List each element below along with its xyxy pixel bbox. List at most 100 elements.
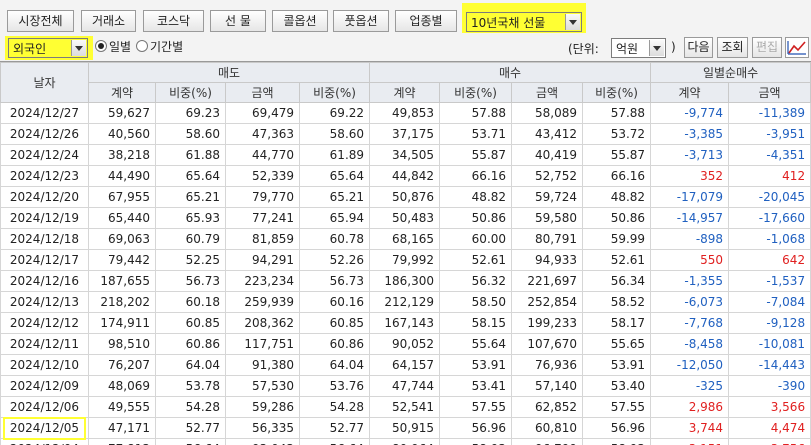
table-row[interactable]: 2024/12/0649,55554.2859,28654.2852,54157… <box>1 397 811 418</box>
period-radio[interactable]: 기간별 <box>136 39 183 55</box>
sector-button[interactable]: 업종별 <box>395 10 457 32</box>
value-cell: 68,165 <box>370 229 440 250</box>
value-cell: 61.89 <box>300 145 370 166</box>
market-all-button[interactable]: 시장전체 <box>7 10 74 32</box>
table-row[interactable]: 2024/12/16187,65556.73223,23456.73186,30… <box>1 271 811 292</box>
table-row[interactable]: 2024/12/13218,20260.18259,93960.16212,12… <box>1 292 811 313</box>
column-header[interactable]: 금액 <box>729 83 811 103</box>
value-cell: 62,852 <box>512 397 583 418</box>
column-header[interactable]: 비중(%) <box>583 83 651 103</box>
table-row[interactable]: 2024/12/12174,91160.85208,36260.85167,14… <box>1 313 811 334</box>
chevron-down-icon[interactable] <box>71 40 86 56</box>
unit-close-label: ) <box>671 40 676 54</box>
value-cell: 53.76 <box>300 376 370 397</box>
value-cell: 54.28 <box>156 397 226 418</box>
value-cell: 44,842 <box>370 166 440 187</box>
table-row[interactable]: 2024/12/1779,44252.2594,29152.2679,99252… <box>1 250 811 271</box>
column-header[interactable]: 계약 <box>370 83 440 103</box>
unit-select[interactable]: 억원 <box>611 38 666 58</box>
table-row[interactable]: 2024/12/1076,20764.0491,38064.0464,15753… <box>1 355 811 376</box>
value-cell: 52,339 <box>226 166 300 187</box>
call-option-button[interactable]: 콜옵션 <box>272 10 328 32</box>
column-header[interactable]: 금액 <box>226 83 300 103</box>
radio-empty-icon[interactable] <box>136 40 148 52</box>
buy-group-header: 매수 <box>370 63 651 83</box>
date-cell: 2024/12/19 <box>1 208 89 229</box>
table-row[interactable]: 2024/12/0547,17152.7756,33552.7750,91556… <box>1 418 811 439</box>
date-cell: 2024/12/24 <box>1 145 89 166</box>
date-header[interactable]: 날자 <box>1 63 89 103</box>
value-cell: -10,081 <box>729 334 811 355</box>
value-cell: 60,810 <box>512 418 583 439</box>
column-header[interactable]: 계약 <box>89 83 156 103</box>
value-cell: 60.86 <box>156 334 226 355</box>
value-cell: 52,541 <box>370 397 440 418</box>
column-header[interactable]: 비중(%) <box>440 83 512 103</box>
query-button[interactable]: 조회 <box>717 37 748 58</box>
column-header[interactable]: 금액 <box>512 83 583 103</box>
value-cell: 49,853 <box>370 103 440 124</box>
value-cell: -12,050 <box>651 355 729 376</box>
period-radio-label: 기간별 <box>150 40 183 54</box>
value-cell: 93,043 <box>226 439 300 445</box>
table-row[interactable]: 2024/12/2438,21861.8844,77061.8934,50555… <box>1 145 811 166</box>
value-cell: 50,483 <box>370 208 440 229</box>
value-cell: 52.25 <box>156 250 226 271</box>
table-row[interactable]: 2024/12/2759,62769.2369,47969.2249,85357… <box>1 103 811 124</box>
put-option-button[interactable]: 풋옵션 <box>333 10 389 32</box>
table-row[interactable]: 2024/12/2067,95565.2179,77065.2150,87648… <box>1 187 811 208</box>
value-cell: 69,063 <box>89 229 156 250</box>
kosdaq-button[interactable]: 코스닥 <box>143 10 204 32</box>
value-cell: 47,363 <box>226 124 300 145</box>
table-row[interactable]: 2024/12/2640,56058.6047,36358.6037,17553… <box>1 124 811 145</box>
date-cell: 2024/12/23 <box>1 166 89 187</box>
value-cell: -17,660 <box>729 208 811 229</box>
daily-radio[interactable]: 일별 <box>95 39 131 55</box>
table-row[interactable]: 2024/12/1198,51060.86117,75160.8690,0525… <box>1 334 811 355</box>
edit-button[interactable]: 편집 <box>752 37 782 58</box>
value-cell: 37,175 <box>370 124 440 145</box>
column-header[interactable]: 비중(%) <box>156 83 226 103</box>
value-cell: 80,964 <box>370 439 440 445</box>
value-cell: 77,813 <box>89 439 156 445</box>
value-cell: -9,128 <box>729 313 811 334</box>
value-cell: 221,697 <box>512 271 583 292</box>
table-row[interactable]: 2024/12/0477,81356.6493,04356.6480,96458… <box>1 439 811 445</box>
table-row[interactable]: 2024/12/1965,44065.9377,24165.9450,48350… <box>1 208 811 229</box>
value-cell: 3,744 <box>651 418 729 439</box>
table-row[interactable]: 2024/12/2344,49065.6452,33965.6444,84266… <box>1 166 811 187</box>
value-cell: 47,171 <box>89 418 156 439</box>
value-cell: 53.78 <box>156 376 226 397</box>
futures-investor-window: 시장전체 거래소 코스닥 선 물 콜옵션 풋옵션 업종별 10년국채 선물 외국… <box>0 0 811 444</box>
value-cell: 96,799 <box>512 439 583 445</box>
chevron-down-icon[interactable] <box>565 14 580 30</box>
value-cell: 56.73 <box>156 271 226 292</box>
net-buy-group-header: 일별순매수 <box>651 63 811 83</box>
next-button[interactable]: 다음 <box>684 37 713 58</box>
value-cell: 60.16 <box>300 292 370 313</box>
value-cell: 69,479 <box>226 103 300 124</box>
exchange-button[interactable]: 거래소 <box>81 10 136 32</box>
value-cell: 50.86 <box>583 208 651 229</box>
value-cell: 3,151 <box>651 439 729 445</box>
date-cell: 2024/12/27 <box>1 103 89 124</box>
radio-selected-icon[interactable] <box>95 40 107 52</box>
value-cell: 57,140 <box>512 376 583 397</box>
chart-button[interactable] <box>785 37 809 58</box>
table-row[interactable]: 2024/12/1869,06360.7981,85960.7868,16560… <box>1 229 811 250</box>
value-cell: 58.50 <box>440 292 512 313</box>
product-select[interactable]: 10년국채 선물 <box>466 12 582 32</box>
table-row[interactable]: 2024/12/0948,06953.7857,53053.7647,74453… <box>1 376 811 397</box>
column-header[interactable]: 비중(%) <box>300 83 370 103</box>
date-cell: 2024/12/13 <box>1 292 89 313</box>
value-cell: 223,234 <box>226 271 300 292</box>
value-cell: 44,490 <box>89 166 156 187</box>
value-cell: 61.88 <box>156 145 226 166</box>
futures-button[interactable]: 선 물 <box>210 10 266 32</box>
value-cell: 58.15 <box>440 313 512 334</box>
column-header[interactable]: 계약 <box>651 83 729 103</box>
value-cell: 52,752 <box>512 166 583 187</box>
daily-radio-label: 일별 <box>109 40 131 54</box>
chevron-down-icon[interactable] <box>649 40 664 56</box>
investor-select[interactable]: 외국인 <box>8 38 88 58</box>
